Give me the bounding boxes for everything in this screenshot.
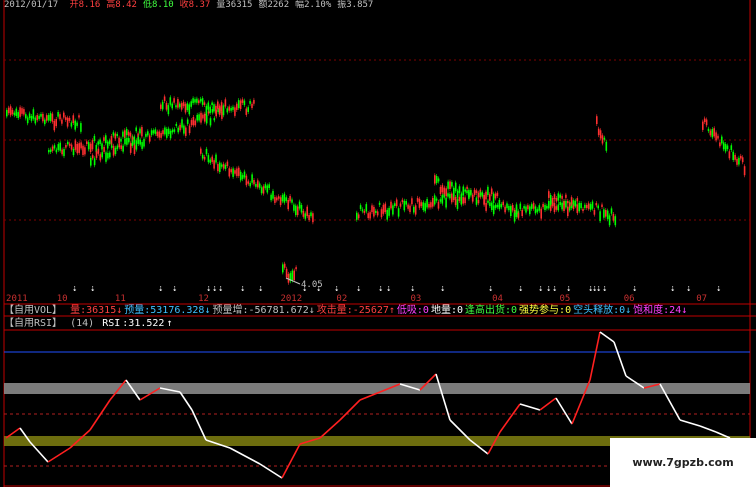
rsi-segment [679, 419, 701, 427]
time-axis-label: 10 [56, 294, 68, 304]
vol-item: 逢高出货:0 [465, 305, 518, 316]
signal-marker: ⇣ [716, 284, 721, 294]
time-axis-label: 07 [696, 294, 708, 304]
time-axis-label: 05 [559, 294, 571, 304]
rsi-value: :31.522 [122, 318, 165, 329]
quote-header: 2012/01/17 开8.16 高8.42 低8.10 收8.37 量36315 额22… [4, 0, 385, 10]
signal-marker: ⇣ [356, 284, 361, 294]
signal-marker: ⇣ [596, 284, 601, 294]
candlestick-series [6, 94, 746, 285]
signal-marker: ⇣ [410, 284, 415, 294]
signal-marker: ⇣ [158, 284, 163, 294]
signal-marker: ⇣ [538, 284, 543, 294]
time-axis-label: 02 [336, 294, 348, 304]
vol-item: 空头释放:0↓ [573, 305, 632, 316]
vol-item: 预量增:-56781.672↓ [212, 305, 315, 316]
signal-marker: ⇣ [552, 284, 557, 294]
rsi-segment [499, 403, 521, 433]
vol-item: 强势参与:0 [519, 305, 572, 316]
rsi-param: (14) [70, 318, 95, 329]
signal-marker: ⇣ [566, 284, 571, 294]
rsi-segment [599, 331, 615, 343]
quote-item: 幅2.10% [295, 0, 332, 10]
signal-marker: ⇣ [258, 284, 263, 294]
time-axis-label: 2012 [280, 294, 303, 304]
quote-item: 振3.857 [337, 0, 374, 10]
time-axis: 2011 10 11 12 2012 02 03 04 05 06 07 [0, 294, 756, 304]
signal-marker: ⇣ [334, 284, 339, 294]
signal-marker: ⇣ [378, 284, 383, 294]
watermark: www.7gpzb.com [610, 438, 756, 487]
rsi-segment [319, 419, 341, 439]
signal-marker: ⇣ [518, 284, 523, 294]
signal-marker: ⇣ [240, 284, 245, 294]
vol-indicator-name: 【自用VOL】 [4, 305, 63, 316]
quote-item: 低8.10 [142, 0, 174, 10]
time-axis-label: 03 [410, 294, 422, 304]
signal-marker: ⇣ [670, 284, 675, 294]
time-axis-label: 04 [492, 294, 503, 304]
stock-chart[interactable]: ⇣ ⇣ ⇣ ⇣ ⇣ ⇣ ⇣ ⇣ ⇣ ⇣ ⇣ ⇣ ⇣ ⇣ ⇣ ⇣ ⇣ ⇣ ⇣ ⇣ ⇣ ⇣ ⇣ ⇣⇣⇣ ⇣ ⇣ ⇣ ⇣ ⇣ [0, 0, 756, 487]
rsi-segment [89, 399, 111, 431]
rsi-segment [339, 399, 361, 421]
quote-item: 收8.37 [179, 0, 211, 10]
quote-item: 高8.42 [106, 0, 137, 10]
quote-item: 开8.16 [69, 0, 101, 10]
rsi-arrow: ↑ [166, 318, 173, 329]
rsi-indicator-row[interactable]: 【自用RSI】 (14) RSI:31.522 ↑ [4, 318, 174, 329]
price-annotation: 4.05 [301, 280, 323, 290]
signal-marker: ⇣ [488, 284, 493, 294]
vol-item: 攻击量:-25627↑ [316, 305, 395, 316]
vol-item: 低吸:0 [396, 305, 429, 316]
quote-item: 额2262 [258, 0, 290, 10]
rsi-segment [435, 373, 451, 421]
signal-marker: ⇣ [212, 284, 217, 294]
rsi-segment [519, 403, 541, 411]
rsi-segment [699, 425, 717, 433]
rsi-segment [281, 443, 301, 479]
time-axis-label: 11 [114, 294, 126, 304]
signal-marker: ⇣ [90, 284, 95, 294]
time-axis-label: 2011 [6, 294, 28, 304]
vol-item: 饱和度:24↓ [633, 305, 688, 316]
signal-marker: ⇣ [172, 284, 177, 294]
rsi-segment [47, 447, 71, 463]
time-axis-label: 06 [623, 294, 635, 304]
signal-marker: ⇣ [218, 284, 223, 294]
signal-marker: ⇣ [686, 284, 691, 294]
vol-item: 地量:0 [430, 305, 463, 316]
vol-indicator-row[interactable]: 【自用VOL】 量:36315↓ 预量:53176.328↓ 预量增:-56781.… [4, 305, 691, 316]
signal-marker: ⇣ [632, 284, 637, 294]
signal-markers: ⇣ ⇣ ⇣ ⇣ ⇣ ⇣ ⇣ ⇣ ⇣ ⇣ ⇣ ⇣ ⇣ ⇣ ⇣ ⇣ ⇣ ⇣ ⇣ ⇣ ⇣ ⇣ ⇣ ⇣⇣⇣ ⇣ ⇣ ⇣ ⇣ ⇣ [72, 284, 721, 294]
rsi-segment [555, 397, 573, 425]
signal-marker: ⇣ [602, 284, 607, 294]
vol-item: 量:36315↓ [70, 305, 123, 316]
rsi-segment [179, 391, 193, 411]
rsi-segment [539, 397, 557, 411]
rsi-segment [589, 331, 601, 381]
rsi-segment [229, 447, 261, 465]
signal-marker: ⇣ [206, 284, 211, 294]
rsi-label: RSI [102, 318, 121, 329]
signal-marker: ⇣ [546, 284, 551, 294]
rsi-segment [613, 341, 627, 377]
signal-marker: ⇣ [386, 284, 391, 294]
signal-marker: ⇣ [72, 284, 77, 294]
quote-item: 量36315 [216, 0, 253, 10]
signal-marker: ⇣ [440, 284, 445, 294]
time-axis-label: 12 [198, 294, 209, 304]
rsi-indicator-name: 【自用RSI】 [4, 318, 63, 329]
quote-date: 2012/01/17 [4, 0, 59, 10]
vol-item: 预量:53176.328↓ [124, 305, 211, 316]
